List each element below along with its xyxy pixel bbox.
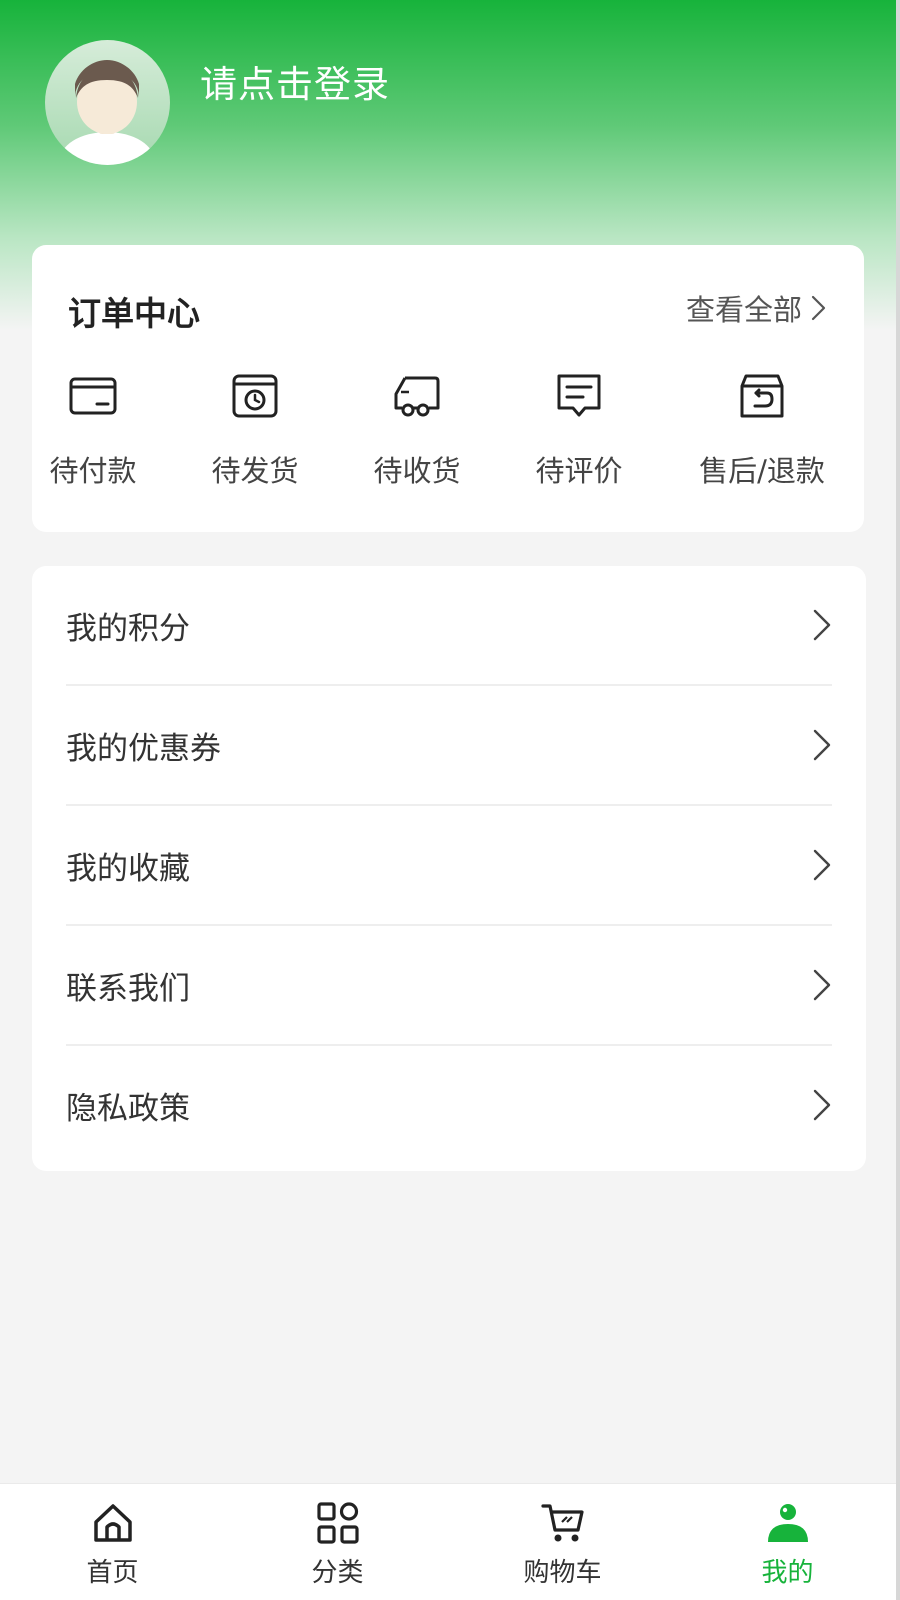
menu-item-privacy-policy[interactable]: 隐私政策 [66,1046,832,1164]
menu-item-label: 隐私政策 [66,1090,190,1127]
order-after-sales[interactable]: 售后/退款 [687,370,837,500]
comment-icon [557,374,601,417]
order-item-label: 待发货 [211,454,299,488]
order-pending-payment[interactable]: 待付款 [18,370,168,500]
order-pending-receipt[interactable]: 待收货 [342,370,492,500]
order-center-title: 订单中心 [68,294,200,333]
chevron-right-icon [813,1089,831,1121]
category-grid-icon [316,1502,359,1544]
person-icon [767,1504,808,1542]
profile-page: 请点击登录 订单中心 查看全部 待付款 待发货 待收货 待评价 售后/退款 我的… [0,0,900,1600]
chevron-right-icon [813,609,831,641]
menu-card: 我的积分 我的优惠券 我的收藏 联系我们 隐私政策 [32,566,866,1171]
cart-icon [540,1504,584,1542]
order-pending-shipment[interactable]: 待发货 [180,370,330,500]
view-all-label: 查看全部 [685,293,802,327]
tab-label: 分类 [311,1558,364,1588]
order-item-label: 待评价 [535,454,623,488]
tab-label: 我的 [761,1558,814,1588]
menu-item-label: 我的优惠券 [66,730,221,767]
order-pending-review[interactable]: 待评价 [504,370,654,500]
default-avatar-icon [59,60,155,165]
menu-item-contact-us[interactable]: 联系我们 [66,926,832,1044]
order-item-label: 售后/退款 [699,454,825,488]
menu-item-label: 我的收藏 [66,850,190,887]
chevron-right-icon [813,849,831,881]
menu-item-points[interactable]: 我的积分 [66,566,832,684]
tab-label: 购物车 [523,1558,602,1588]
menu-item-coupons[interactable]: 我的优惠券 [66,686,832,804]
menu-item-label: 我的积分 [66,610,190,647]
order-center-card: 订单中心 查看全部 待付款 待发货 待收货 待评价 售后/退款 [32,245,864,532]
menu-item-label: 联系我们 [66,970,190,1007]
order-item-label: 待收货 [373,454,461,488]
wallet-icon [69,377,117,415]
avatar[interactable] [45,40,170,165]
tab-label: 首页 [86,1558,139,1588]
chevron-right-icon [813,969,831,1001]
tab-cart[interactable]: 购物车 [450,1484,675,1600]
bottom-tab-bar: 首页 分类 购物车 我的 [0,1483,900,1600]
order-item-label: 待付款 [49,454,137,488]
view-all-orders-link[interactable]: 查看全部 [686,287,828,329]
tab-mine[interactable]: 我的 [675,1484,900,1600]
home-icon [93,1504,132,1542]
refund-box-icon [740,374,784,418]
package-clock-icon [232,374,278,418]
tab-category[interactable]: 分类 [225,1484,450,1600]
tab-home[interactable]: 首页 [0,1484,225,1600]
truck-icon [394,376,440,417]
chevron-right-icon [811,295,826,321]
login-prompt[interactable]: 请点击登录 [200,54,390,108]
chevron-right-icon [813,729,831,761]
window-edge [896,0,900,1600]
menu-item-favorites[interactable]: 我的收藏 [66,806,832,924]
